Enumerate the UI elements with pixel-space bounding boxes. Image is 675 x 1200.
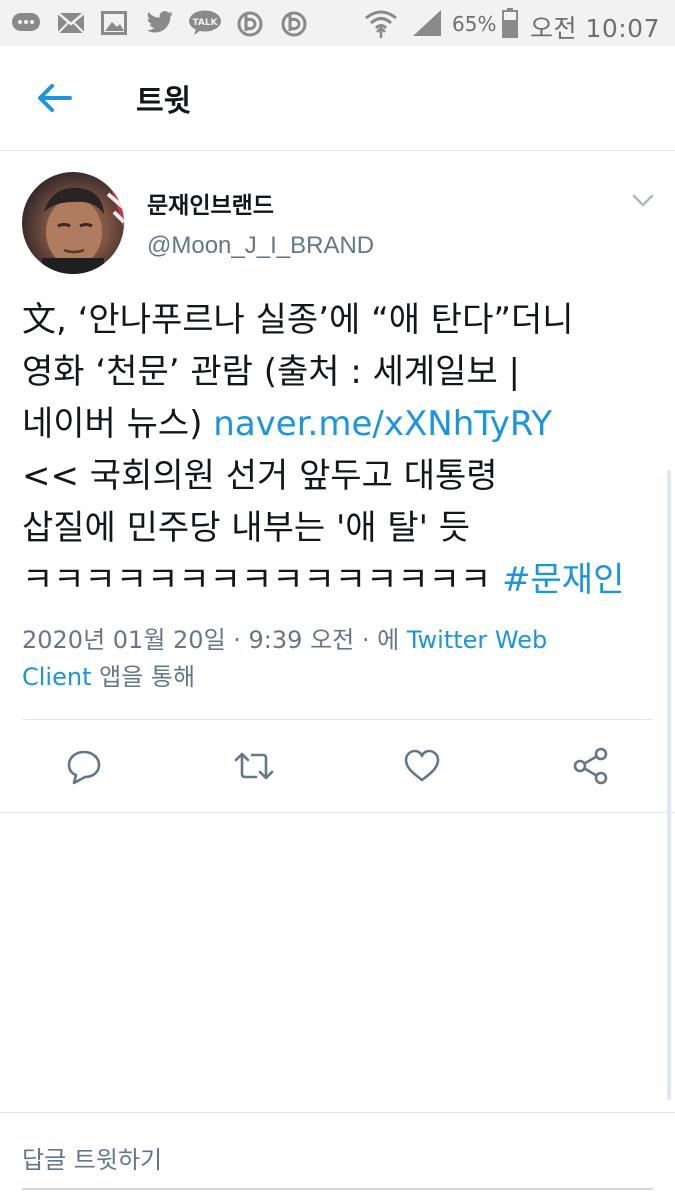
display-name[interactable]: 문재인브랜드 bbox=[147, 186, 274, 220]
chat-bubble-icon bbox=[10, 10, 42, 36]
tweet-line-text: ㅋㅋㅋㅋㅋㅋㅋㅋㅋㅋㅋㅋㅋㅋㅋ bbox=[22, 560, 503, 600]
arrow-left-icon[interactable] bbox=[34, 78, 74, 118]
reply-input-underline bbox=[22, 1188, 653, 1190]
divider bbox=[0, 812, 675, 813]
twitter-icon bbox=[144, 10, 176, 36]
tweet-line-text: 文, ‘안나푸르나 실종’에 “애 탄다”더니 bbox=[22, 300, 574, 340]
divider bbox=[22, 719, 653, 720]
reply-icon[interactable] bbox=[64, 746, 104, 786]
tweet-text: 文, ‘안나푸르나 실종’에 “애 탄다”더니 영화 ‘천문’ 관람 (출처 :… bbox=[22, 294, 662, 606]
clock: 오전 10:07 bbox=[530, 14, 660, 43]
hashtag-link[interactable]: #문재인 bbox=[502, 560, 624, 600]
share-icon[interactable] bbox=[571, 746, 611, 786]
tweet-line: 삽질에 민주당 내부는 '애 탈' 듯 bbox=[22, 502, 662, 554]
wifi-icon bbox=[364, 10, 398, 38]
battery-percent: 65% bbox=[452, 12, 497, 36]
tweet-line-text: 영화 ‘천문’ 관람 (출처 : 세계일보 | bbox=[22, 352, 520, 392]
tweet-line: 文, ‘안나푸르나 실종’에 “애 탄다”더니 bbox=[22, 294, 662, 346]
tweet-timestamp: 2020년 01월 20일 · 9:39 오전 · 에 bbox=[22, 626, 407, 654]
tweet-link[interactable]: naver.me/xXNhTyRY bbox=[213, 404, 552, 444]
tweet-actions bbox=[0, 740, 675, 800]
source-link-cont[interactable]: Client bbox=[22, 663, 91, 691]
tweet-line: ㅋㅋㅋㅋㅋㅋㅋㅋㅋㅋㅋㅋㅋㅋㅋ #문재인 bbox=[22, 554, 662, 606]
b-app-icon bbox=[236, 10, 264, 37]
svg-text:TALK: TALK bbox=[192, 18, 218, 28]
source-suffix: 앱을 통해 bbox=[91, 663, 196, 691]
mail-icon bbox=[56, 10, 86, 36]
retweet-icon[interactable] bbox=[232, 746, 274, 786]
reply-input[interactable]: 답글 트윗하기 bbox=[22, 1140, 162, 1175]
status-bar: TALK 65% 오전 10:07 bbox=[0, 0, 675, 46]
app-header: 트윗 bbox=[0, 46, 675, 151]
battery-icon bbox=[500, 8, 520, 38]
signal-icon bbox=[410, 10, 444, 36]
b-app-icon bbox=[280, 10, 308, 37]
tweet-line: << 국회의원 선거 앞두고 대통령 bbox=[22, 450, 662, 502]
heart-icon[interactable] bbox=[402, 746, 442, 786]
chevron-down-icon[interactable] bbox=[630, 190, 656, 210]
tweet-line-text: << 국회의원 선거 앞두고 대통령 bbox=[22, 456, 498, 496]
divider bbox=[0, 1112, 675, 1113]
scrollbar[interactable] bbox=[667, 470, 671, 1100]
tweet-line: 네이버 뉴스) naver.me/xXNhTyRY bbox=[22, 398, 662, 450]
kakaotalk-icon: TALK bbox=[188, 10, 222, 36]
tweet-line-text: 삽질에 민주당 내부는 '애 탈' 듯 bbox=[22, 508, 471, 548]
tweet-line: 영화 ‘천문’ 관람 (출처 : 세계일보 | bbox=[22, 346, 662, 398]
tweet-meta: 2020년 01월 20일 · 9:39 오전 · 에 Twitter Web … bbox=[22, 622, 662, 696]
page-title: 트윗 bbox=[136, 84, 192, 119]
source-link[interactable]: Twitter Web bbox=[407, 626, 547, 654]
gallery-icon bbox=[100, 10, 128, 36]
user-handle[interactable]: @Moon_J_I_BRAND bbox=[147, 232, 374, 260]
tweet-line-text: 네이버 뉴스) bbox=[22, 404, 214, 444]
avatar[interactable] bbox=[22, 172, 124, 274]
